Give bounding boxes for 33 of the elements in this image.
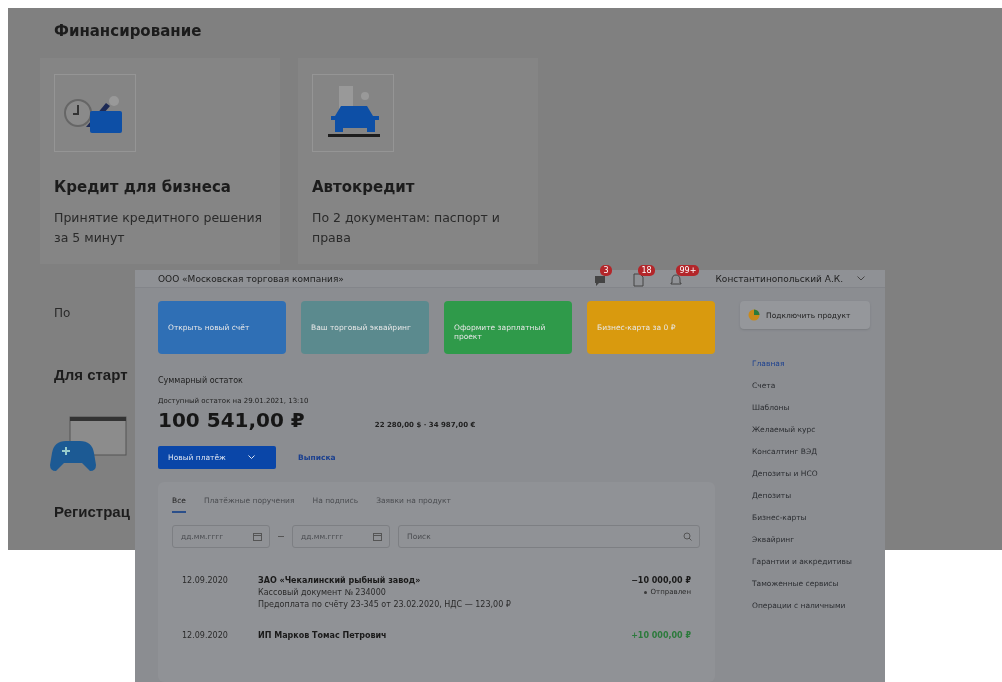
counterparty-name[interactable]: ЗАО «Чекалинский рыбный завод» — [258, 576, 632, 585]
transaction-detail: Предоплата по счёту 23-345 от 23.02.2020, НДС — 123,00 ₽ — [258, 600, 512, 609]
transaction-amount: +10 000,00 ₽ — [631, 631, 691, 640]
product-card[interactable]: Кредит для бизнеса Принятие кредитного решения за 5 минут — [40, 58, 280, 264]
counterparty-name[interactable]: ИП Марков Томас Петрович — [258, 631, 632, 640]
card-link[interactable]: По — [54, 306, 71, 320]
section-title: Для старт — [54, 366, 128, 383]
search-icon[interactable] — [683, 532, 692, 541]
section-title: Финансирование — [54, 22, 203, 40]
product-card[interactable]: Автокредит По 2 документам: паспорт и права — [298, 58, 538, 264]
transaction-detail: Кассовый документ № 234000 — [258, 588, 387, 597]
balance-amount: 100 541,00 ₽ — [158, 408, 305, 432]
calendar-icon[interactable] — [373, 532, 382, 541]
card-description: По 2 документам: паспорт и права — [312, 209, 501, 247]
document-icon[interactable] — [631, 272, 646, 287]
transaction-date: 12.09.2020 — [182, 576, 229, 587]
count-badge: 99+ — [676, 264, 700, 276]
card-description: Принятие кредитного решения за 5 минут — [54, 209, 264, 247]
section-title: Регистрац — [54, 503, 130, 520]
bell-icon[interactable] — [669, 272, 684, 287]
company-name[interactable]: ООО «Московская торговая компания» — [158, 273, 580, 284]
chevron-down-icon[interactable] — [857, 276, 865, 281]
calendar-icon[interactable] — [253, 532, 262, 541]
circle-icon — [748, 309, 760, 321]
status-dot — [643, 590, 647, 594]
card-title: Автокредит — [312, 178, 416, 196]
count-badge: 3 — [600, 264, 612, 276]
transaction-date: 12.09.2020 — [182, 631, 229, 640]
count-badge: 18 — [638, 264, 655, 276]
user-name[interactable]: Константинопольский А.К. — [715, 273, 843, 284]
balance-label: Суммарный остаток — [158, 376, 244, 385]
transaction-amount: −10 000,00 ₽ — [631, 576, 691, 585]
card-title: Кредит для бизнеса — [54, 178, 232, 196]
